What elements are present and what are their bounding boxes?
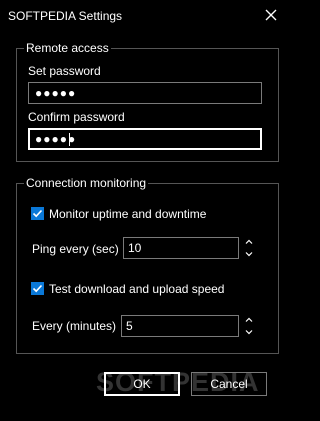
every-minutes-input[interactable]: 5 [121, 315, 239, 337]
monitor-uptime-checkbox[interactable] [31, 207, 44, 220]
test-speed-label[interactable]: Test download and upload speed [49, 282, 224, 296]
every-minutes-value: 5 [126, 319, 133, 333]
every-minutes-label: Every (minutes) [32, 319, 117, 333]
close-icon [265, 9, 277, 21]
checkmark-icon [32, 209, 43, 218]
confirm-password-value: ●●●●● [35, 132, 77, 146]
set-password-label: Set password [28, 64, 101, 78]
confirm-password-label: Confirm password [28, 110, 125, 124]
chevron-up-icon[interactable] [243, 237, 255, 247]
ping-every-input[interactable]: 10 [123, 237, 239, 259]
every-minutes-spinner[interactable] [243, 315, 255, 337]
set-password-field[interactable]: ●●●●● [28, 82, 262, 104]
remote-access-legend: Remote access [24, 41, 111, 55]
chevron-down-icon[interactable] [243, 249, 255, 259]
text-caret [69, 133, 70, 146]
ping-every-value: 10 [128, 241, 142, 255]
set-password-value: ●●●●● [35, 86, 77, 100]
checkmark-icon [32, 284, 43, 293]
window-title: SOFTPEDIA Settings [8, 9, 123, 23]
cancel-button[interactable]: Cancel [191, 372, 267, 396]
confirm-password-field[interactable]: ●●●●● [28, 128, 262, 150]
test-speed-checkbox[interactable] [31, 282, 44, 295]
ok-button[interactable]: OK [104, 372, 180, 396]
connection-monitoring-legend: Connection monitoring [24, 176, 149, 190]
ping-every-label: Ping every (sec) [32, 242, 119, 256]
chevron-up-icon[interactable] [243, 315, 255, 325]
ping-every-spinner[interactable] [243, 237, 255, 259]
close-button[interactable] [262, 6, 280, 24]
chevron-down-icon[interactable] [243, 327, 255, 337]
title-bar: SOFTPEDIA Settings [0, 0, 295, 32]
monitor-uptime-label[interactable]: Monitor uptime and downtime [49, 207, 206, 221]
